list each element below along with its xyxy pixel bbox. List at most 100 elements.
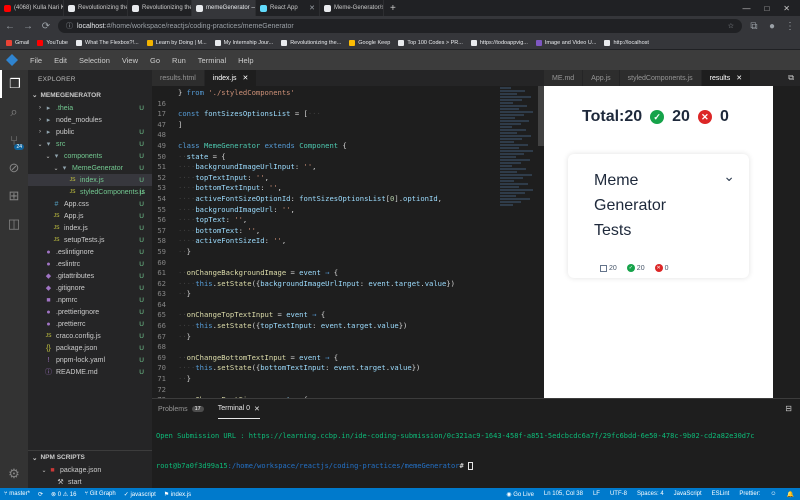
tree-item[interactable]: ◆ .gitignore U: [28, 282, 152, 294]
npm-item-package[interactable]: ⌄ ■ package.json: [28, 464, 152, 476]
tree-item[interactable]: JS index.js U: [28, 174, 152, 186]
bookmark-item[interactable]: Learn by Doing | M...: [146, 39, 207, 46]
bookmark-star-icon[interactable]: ☆: [728, 22, 734, 30]
tree-item[interactable]: JS styledComponents.js U: [28, 186, 152, 198]
menu-item-file[interactable]: File: [30, 56, 42, 65]
browser-tab[interactable]: React App ✕: [256, 0, 320, 16]
bookmark-item[interactable]: My Internship Jour...: [214, 39, 273, 46]
reload-icon[interactable]: ⟳: [40, 21, 52, 32]
tree-item[interactable]: ● .eslintrc U: [28, 258, 152, 270]
tree-item[interactable]: › ▸ public U: [28, 126, 152, 138]
tab-styled-components[interactable]: styledComponents.js: [619, 70, 702, 86]
git-graph-status[interactable]: ⑂ Git Graph: [84, 491, 115, 498]
browser-menu-icon[interactable]: ⋮: [784, 21, 796, 32]
tree-item[interactable]: ⓘ README.md U: [28, 366, 152, 378]
profile-icon[interactable]: ●: [766, 21, 778, 32]
close-icon[interactable]: ✕: [243, 74, 249, 82]
browser-tab[interactable]: memeGenerator — CCBP IDE✕: [192, 0, 256, 16]
close-window-icon[interactable]: ✕: [783, 4, 790, 13]
tree-item[interactable]: ◆ .gitattributes U: [28, 270, 152, 282]
cursor-position[interactable]: Ln 105, Col 38: [544, 491, 583, 498]
maximize-icon[interactable]: □: [764, 4, 769, 13]
tree-item[interactable]: ! pnpm-lock.yaml U: [28, 354, 152, 366]
code-editor[interactable]: results.html index.js ✕ } from './styledC…: [152, 70, 544, 398]
tab-terminal[interactable]: Terminal 0 ✕: [217, 399, 260, 419]
site-info-icon[interactable]: ⓘ: [66, 21, 73, 31]
tree-item[interactable]: ⌄ ▾ MemeGenerator U: [28, 162, 152, 174]
tree-item[interactable]: ● .prettierignore U: [28, 306, 152, 318]
menu-item-view[interactable]: View: [122, 56, 138, 65]
tab-index-js[interactable]: index.js ✕: [204, 70, 258, 86]
debug-icon[interactable]: ⊘: [0, 154, 28, 182]
menu-item-edit[interactable]: Edit: [54, 56, 67, 65]
feedback-icon[interactable]: ☺: [770, 491, 776, 498]
minimize-icon[interactable]: —: [742, 4, 750, 13]
new-tab-button[interactable]: +: [384, 3, 402, 14]
tree-item[interactable]: JS craco.config.js U: [28, 330, 152, 342]
remote-icon[interactable]: ◫: [0, 210, 28, 238]
menu-item-run[interactable]: Run: [172, 56, 186, 65]
tree-item[interactable]: JS index.js U: [28, 222, 152, 234]
extensions-icon[interactable]: ⊞: [0, 182, 28, 210]
prettier-status[interactable]: Prettier:: [739, 491, 760, 498]
search-icon[interactable]: ⌕: [0, 98, 28, 126]
file-item[interactable]: ⚑ index.js: [164, 491, 191, 498]
bookmark-item[interactable]: What The Flexbox?!...: [76, 39, 139, 46]
tree-item[interactable]: JS App.js U: [28, 210, 152, 222]
eslint-status[interactable]: ESLint: [712, 491, 730, 498]
bookmark-item[interactable]: Revolutionizing the...: [281, 39, 341, 46]
sync-icon[interactable]: ⟳: [38, 491, 43, 498]
tab-results-html[interactable]: results.html: [152, 70, 205, 86]
browser-tab[interactable]: Revolutionizing the Job Mark✕: [128, 0, 192, 16]
tree-item[interactable]: ● .prettierrc U: [28, 318, 152, 330]
source-control-icon[interactable]: ⑂ 24: [0, 126, 28, 154]
test-suite-card[interactable]: Meme Generator Tests ⌄ 20 ✓ 20 ✕ 0: [568, 154, 749, 278]
npm-item-start[interactable]: ⚒ start: [28, 476, 152, 488]
explorer-icon[interactable]: ❐: [0, 70, 28, 98]
bookmark-item[interactable]: Top 100 Codes > PR...: [398, 39, 463, 46]
bookmark-item[interactable]: https://todoappvig...: [470, 39, 528, 46]
menu-item-go[interactable]: Go: [150, 56, 160, 65]
close-icon[interactable]: ✕: [254, 405, 260, 413]
tab-problems[interactable]: Problems 17: [158, 399, 204, 419]
bookmark-item[interactable]: Google Keep: [349, 39, 390, 46]
open-preview-icon[interactable]: ⧉: [782, 70, 800, 86]
close-icon[interactable]: ✕: [309, 4, 315, 12]
terminal-prompt[interactable]: root@b7a0f3d99a15:/home/workspace/reactj…: [156, 461, 473, 471]
go-live-status[interactable]: ◉ Go Live: [506, 491, 534, 498]
tree-item[interactable]: ⌄ ▾ components U: [28, 150, 152, 162]
tab-readme[interactable]: ME.md: [544, 70, 584, 86]
menu-item-selection[interactable]: Selection: [79, 56, 110, 65]
maximize-panel-icon[interactable]: ⊟: [785, 404, 792, 413]
bookmark-item[interactable]: Gmail: [6, 39, 29, 46]
tree-item[interactable]: JS setupTests.js U: [28, 234, 152, 246]
branch-status[interactable]: ⑂ master*: [4, 491, 30, 498]
tab-results[interactable]: results ✕: [701, 70, 752, 86]
tree-item[interactable]: ⌄ ▾ src U: [28, 138, 152, 150]
browser-tab[interactable]: Meme-Generator/styledComp✕: [320, 0, 384, 16]
menu-item-terminal[interactable]: Terminal: [198, 56, 226, 65]
indent-status[interactable]: Spaces: 4: [637, 491, 664, 498]
bookmark-item[interactable]: http://localhost: [604, 39, 649, 46]
encoding-status[interactable]: UTF-8: [610, 491, 627, 498]
menu-item-help[interactable]: Help: [238, 56, 253, 65]
forward-icon[interactable]: →: [22, 21, 34, 32]
settings-gear-icon[interactable]: ⚙: [0, 460, 28, 488]
npm-scripts-header[interactable]: ⌄ NPM SCRIPTS: [28, 450, 152, 464]
tree-item[interactable]: # App.css U: [28, 198, 152, 210]
back-icon[interactable]: ←: [4, 21, 16, 32]
notifications-icon[interactable]: 🔔: [787, 491, 794, 498]
extensions-icon[interactable]: ⧉: [748, 21, 760, 32]
chevron-down-icon[interactable]: ⌄: [723, 168, 735, 185]
language-mode[interactable]: JavaScript: [674, 491, 702, 498]
close-icon[interactable]: ✕: [736, 74, 742, 82]
bookmark-item[interactable]: Image and Video U...: [535, 39, 596, 46]
tree-item[interactable]: {} package.json U: [28, 342, 152, 354]
tree-item[interactable]: ● .eslintignore U: [28, 246, 152, 258]
bookmark-item[interactable]: YouTube: [37, 39, 68, 46]
tree-item[interactable]: › ▸ .theia U: [28, 102, 152, 114]
minimap[interactable]: [500, 86, 538, 386]
address-bar[interactable]: ⓘ localhost:#/home/workspace/reactjs/cod…: [58, 19, 742, 33]
eol-status[interactable]: LF: [593, 491, 600, 498]
browser-tab[interactable]: Revolutionizing the Job Mark✕: [64, 0, 128, 16]
